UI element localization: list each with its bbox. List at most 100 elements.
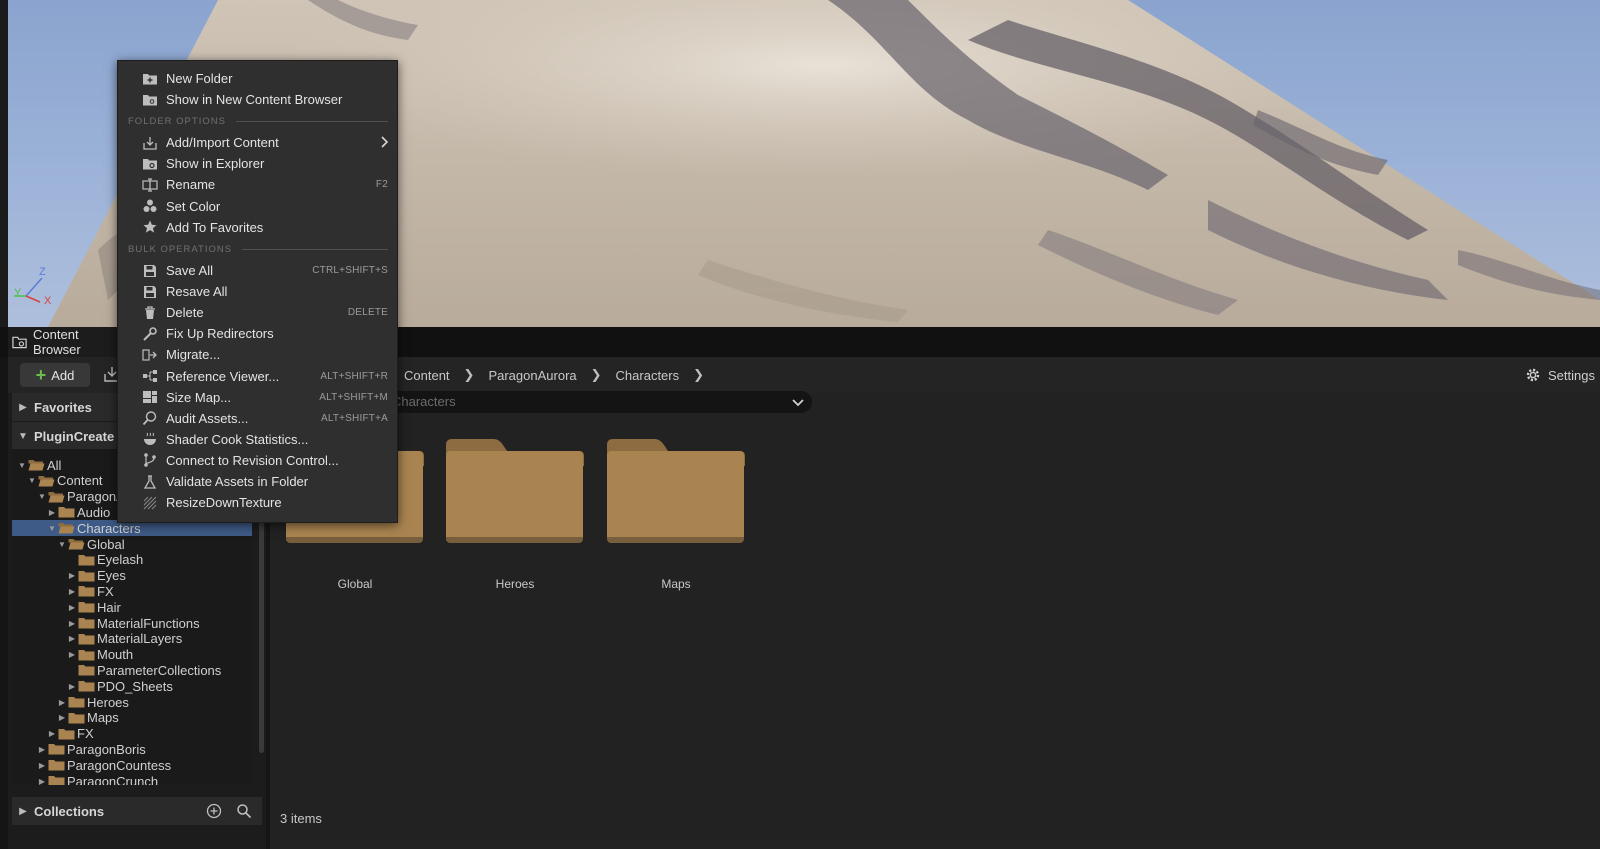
breadcrumb-item-characters[interactable]: Characters <box>616 368 680 383</box>
axis-gizmo: Z Y X <box>14 266 52 307</box>
menu-item-set-color[interactable]: Set Color <box>118 196 397 217</box>
menu-item-size-map[interactable]: Size Map... ALT+SHIFT+M <box>118 387 397 408</box>
menu-item-audit-assets[interactable]: Audit Assets... ALT+SHIFT+A <box>118 408 397 429</box>
chevron-down-icon[interactable]: ▼ <box>26 476 38 485</box>
chevron-right-icon[interactable]: ❯ <box>464 367 475 383</box>
folder-icon <box>68 712 85 724</box>
tree-item[interactable]: ▶ FX <box>12 583 252 599</box>
chevron-right-icon[interactable]: ▶ <box>36 761 48 770</box>
settings-button[interactable]: Settings <box>1525 357 1595 393</box>
gizmo-z-label: Z <box>39 266 46 278</box>
tree-item[interactable]: ▶ PDO_Sheets <box>12 678 252 694</box>
tree-item[interactable]: ▶ MaterialFunctions <box>12 615 252 631</box>
chevron-right-icon[interactable]: ▶ <box>56 713 68 722</box>
tree-item-label: Maps <box>87 710 119 726</box>
tree-item[interactable]: ▶ Heroes <box>12 694 252 710</box>
tree-item[interactable]: ▼ Global <box>12 536 252 552</box>
menu-item-connect-to-revision-control[interactable]: Connect to Revision Control... <box>118 450 397 471</box>
favorites-label: Favorites <box>34 399 92 415</box>
tree-item-label: Mouth <box>97 647 134 663</box>
tree-item[interactable]: Eyelash <box>12 552 252 568</box>
menu-item-resizedowntexture[interactable]: ResizeDownTexture <box>118 492 397 513</box>
menu-item-save-all[interactable]: Save All CTRL+SHIFT+S <box>118 260 397 281</box>
chevron-right-icon: ▶ <box>19 805 27 817</box>
tree-item[interactable]: ParameterCollections <box>12 662 252 678</box>
tree-item[interactable]: ▶ Maps <box>12 710 252 726</box>
chevron-down-icon[interactable]: ▼ <box>16 461 28 470</box>
tree-item[interactable]: ▶ Mouth <box>12 647 252 663</box>
search-icon[interactable] <box>236 803 252 819</box>
chevron-right-icon[interactable]: ▶ <box>66 619 78 628</box>
menu-item-label: Connect to Revision Control... <box>166 452 339 468</box>
chevron-right-icon[interactable]: ❯ <box>693 367 704 383</box>
collections-section[interactable]: ▶ Collections <box>12 797 262 825</box>
chevron-right-icon[interactable]: ▶ <box>66 650 78 659</box>
chevron-down-icon[interactable]: ▼ <box>56 540 68 549</box>
chevron-right-icon[interactable]: ❯ <box>591 367 602 383</box>
menu-item-migrate[interactable]: Migrate... <box>118 344 397 365</box>
add-collection-icon[interactable] <box>206 803 222 819</box>
tree-item-label: FX <box>77 726 94 742</box>
menu-item-add-to-favorites[interactable]: Add To Favorites <box>118 217 397 238</box>
menu-item-shortcut: ALT+SHIFT+A <box>320 412 388 424</box>
folder-tile-icon[interactable] <box>445 437 585 547</box>
chevron-down-icon[interactable]: ▼ <box>46 524 58 533</box>
menu-item-show-in-explorer[interactable]: Show in Explorer <box>118 153 397 174</box>
plus-icon: + <box>35 365 47 385</box>
folder-tile-label: Heroes <box>495 577 535 591</box>
chevron-right-icon[interactable]: ▶ <box>66 603 78 612</box>
tree-item[interactable]: ▶ MaterialLayers <box>12 631 252 647</box>
breadcrumb-item-content[interactable]: Content <box>404 368 450 383</box>
tree-item[interactable]: ▶ ParagonBoris <box>12 741 252 757</box>
menu-item-fix-up-redirectors[interactable]: Fix Up Redirectors <box>118 323 397 344</box>
chevron-right-icon[interactable]: ▶ <box>66 634 78 643</box>
folder-open-icon <box>28 460 45 471</box>
tab-title: Content Browser <box>33 327 81 357</box>
tree-item-label: Eyes <box>97 568 126 584</box>
folder-tile-icon[interactable] <box>606 437 746 547</box>
chevron-down-icon[interactable] <box>790 393 806 411</box>
tree-item[interactable]: ▶ ParagonCountess <box>12 757 252 773</box>
menu-item-label: Audit Assets... <box>166 410 249 426</box>
chevron-down-icon[interactable]: ▼ <box>36 492 48 501</box>
tree-item-label: Audio <box>77 504 111 520</box>
chevron-right-icon[interactable]: ▶ <box>66 587 78 596</box>
breadcrumb-item-paragonaurora[interactable]: ParagonAurora <box>488 368 576 383</box>
add-button[interactable]: + Add <box>20 363 90 387</box>
tree-item[interactable]: ▶ Hair <box>12 599 252 615</box>
menu-divider <box>235 120 388 122</box>
menu-item-resave-all[interactable]: Resave All <box>118 281 397 302</box>
folder-icon <box>78 602 95 613</box>
chevron-right-icon[interactable]: ▶ <box>56 698 68 707</box>
chevron-right-icon[interactable]: ▶ <box>66 682 78 691</box>
menu-item-label: Show in New Content Browser <box>166 92 343 107</box>
content-browser-icon <box>12 336 27 349</box>
chevron-right-icon: ▶ <box>19 401 27 413</box>
tree-item[interactable]: ▶ ParagonCrunch <box>12 773 252 785</box>
menu-item-shader-cook-statistics[interactable]: Shader Cook Statistics... <box>118 429 397 450</box>
menu-header-bulk-operations: BULK OPERATIONS <box>128 242 388 256</box>
chevron-right-icon[interactable]: ▶ <box>36 777 48 786</box>
save-icon <box>144 264 156 277</box>
folder-icon <box>58 507 75 518</box>
tree-item-label: Eyelash <box>97 552 144 568</box>
menu-item-show-in-new-content-browser[interactable]: Show in New Content Browser <box>118 89 397 110</box>
menu-item-validate-assets-in-folder[interactable]: Validate Assets in Folder <box>118 471 397 492</box>
menu-item-new-folder[interactable]: New Folder <box>118 68 397 89</box>
tree-item-label: All <box>47 457 62 473</box>
folder-open-icon <box>48 491 65 503</box>
menu-item-add-import-content[interactable]: Add/Import Content <box>118 132 397 153</box>
menu-item-reference-viewer[interactable]: Reference Viewer... ALT+SHIFT+R <box>118 366 397 387</box>
chevron-right-icon[interactable]: ▶ <box>66 571 78 580</box>
tree-item[interactable]: ▶ Eyes <box>12 568 252 584</box>
chevron-right-icon[interactable]: ▶ <box>36 745 48 754</box>
menu-item-rename[interactable]: Rename F2 <box>118 174 397 195</box>
folder-icon <box>78 649 95 661</box>
chevron-right-icon[interactable]: ▶ <box>46 729 58 738</box>
tree-item[interactable]: ▶ FX <box>12 726 252 742</box>
menu-item-delete[interactable]: Delete DELETE <box>118 302 397 323</box>
chevron-right-icon[interactable]: ▶ <box>46 508 58 517</box>
folder-icon <box>78 586 95 597</box>
viewport-left-edge <box>0 0 8 327</box>
tab-content-browser[interactable]: Content Browser <box>8 327 124 357</box>
